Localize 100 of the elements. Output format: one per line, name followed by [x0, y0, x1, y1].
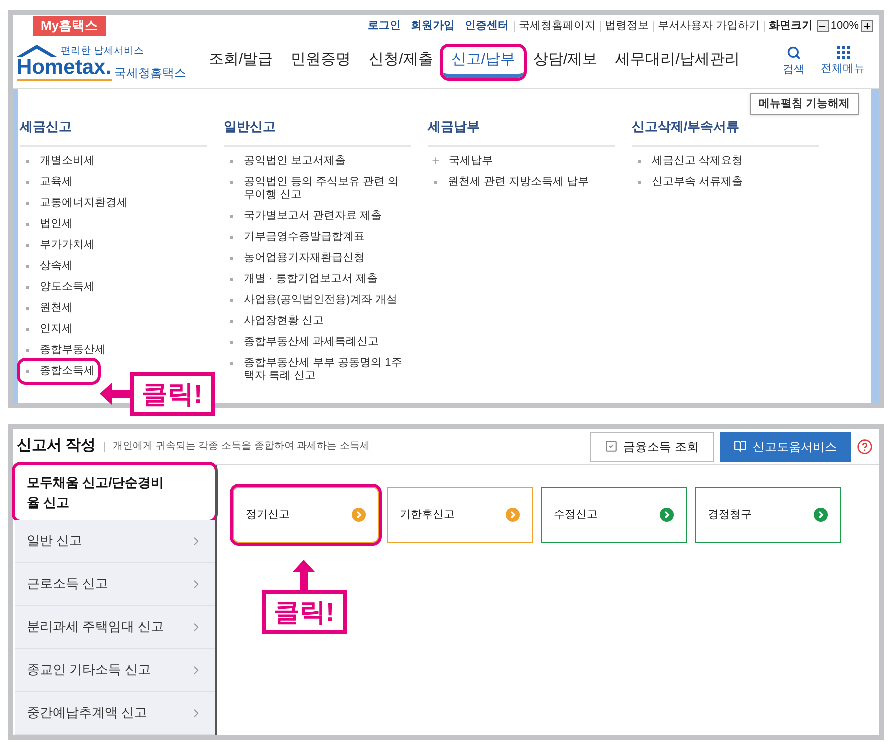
bullet-icon [230, 257, 233, 260]
roof-icon [17, 44, 57, 56]
bullet-icon [230, 299, 233, 302]
header-link[interactable]: 로그인 [362, 18, 406, 34]
bullet-icon [230, 362, 233, 365]
zoom-out-button[interactable] [816, 20, 829, 32]
menu-column-heading: 신고삭제/부속서류 [632, 119, 740, 134]
bullet-icon [26, 349, 29, 352]
toolbar-button[interactable]: 검색 [783, 46, 805, 79]
plus-icon [431, 156, 441, 166]
filing-type-card[interactable]: 기한후신고 [387, 487, 533, 543]
logo-name: 국세청홈택스 [114, 64, 187, 80]
menu-item[interactable]: 국가별보고서 관련자료 제출 [224, 206, 386, 227]
financial-income-button[interactable]: 금융소득 조회 [590, 432, 714, 462]
callout-arrow [293, 560, 316, 590]
callout-arrow [100, 383, 130, 405]
bullet-icon [26, 265, 29, 268]
help-service-button[interactable]: 신고도움서비스 [720, 432, 851, 462]
search-icon [787, 46, 801, 60]
header-link[interactable]: 부서사용자 가입하기 [652, 20, 764, 32]
filing-type-card[interactable]: 정기신고 [233, 487, 379, 543]
bullet-icon [230, 181, 233, 184]
header-link[interactable]: 회원가입 [406, 18, 460, 34]
menu-item[interactable]: 개별 · 통합기업보고서 제출 [224, 269, 381, 290]
grid-icon [836, 46, 850, 60]
toolbar-button[interactable]: 전체메뉴 [821, 46, 865, 79]
bullet-icon [26, 244, 29, 247]
bullet-icon [26, 286, 29, 289]
bullet-icon [26, 223, 29, 226]
bullet-icon [230, 341, 233, 344]
menu-item[interactable]: 국세납부 [428, 151, 496, 172]
header-link[interactable]: 국세청홈페이지 [514, 20, 600, 32]
menu-item[interactable]: 사업용(공익법인전용)계좌 개설 [224, 290, 400, 311]
menu-item[interactable]: 세금신고 삭제요청 [632, 151, 746, 172]
zoom-in-button[interactable] [861, 20, 873, 32]
bullet-icon [230, 320, 233, 323]
menu-item[interactable]: 상속세 [20, 256, 76, 277]
callout-label: 클릭! [130, 372, 215, 416]
collapse-menu-button[interactable]: 메뉴펼침 기능해제 [750, 93, 859, 115]
bullet-icon [26, 160, 29, 163]
menu-item[interactable]: 사업장현황 신고 [224, 311, 328, 332]
menu-column-heading: 세금납부 [428, 119, 480, 134]
bullet-icon [638, 181, 641, 184]
nav-tab[interactable]: 조회/발급 [201, 47, 282, 78]
nav-tab[interactable]: 민원증명 [283, 47, 360, 78]
header-link[interactable]: 법령정보 [600, 20, 653, 32]
bullet-icon [230, 278, 233, 281]
menu-item[interactable]: 신고부속 서류제출 [632, 172, 746, 193]
menu-item[interactable]: 종합소득세 [20, 361, 98, 382]
sidebar-item[interactable]: 일반 신고 [15, 520, 215, 563]
bullet-icon [230, 215, 233, 218]
menu-item[interactable]: 원천세 [20, 298, 76, 319]
help-icon[interactable] [857, 438, 873, 454]
bullet-icon [26, 202, 29, 205]
nav-tab[interactable]: 신청/제출 [361, 47, 442, 78]
menu-item[interactable]: 공익법인 등의 주식보유 관련 의무이행 신고 [224, 172, 411, 206]
menu-item[interactable]: 교육세 [20, 172, 76, 193]
bullet-icon [434, 181, 437, 184]
zoom-value: 100% [830, 18, 860, 34]
menu-item[interactable]: 종합부동산세 부부 공동명의 1주택자 특례 신고 [224, 353, 411, 387]
bullet-icon [230, 236, 233, 239]
nav-tab[interactable]: 신고/납부 [443, 47, 524, 78]
filing-type-card[interactable]: 경정청구 [695, 487, 841, 543]
menu-item[interactable]: 법인세 [20, 214, 76, 235]
bullet-icon [26, 181, 29, 184]
menu-item[interactable]: 종합부동산세 과세특례신고 [224, 332, 382, 353]
menu-item[interactable]: 교통에너지환경세 [20, 193, 131, 214]
chevron-circle-icon [352, 508, 366, 522]
menu-item[interactable]: 농어업용기자재환급신청 [224, 248, 368, 269]
book-icon [734, 440, 747, 453]
menu-item[interactable]: 부가가치세 [20, 235, 98, 256]
nav-tab[interactable]: 세무대리/납세관리 [608, 47, 748, 78]
nav-tab[interactable]: 상담/제보 [526, 47, 606, 78]
menu-item[interactable]: 종합부동산세 [20, 340, 109, 361]
menu-item[interactable]: 양도소득세 [20, 277, 98, 298]
bullet-icon [26, 307, 29, 310]
chevron-circle-icon [660, 508, 674, 522]
menu-item[interactable]: 원천세 관련 지방소득세 납부 [428, 172, 592, 193]
bullet-icon [26, 328, 29, 331]
page-description: 개인에게 귀속되는 각종 소득을 종합하여 과세하는 소득세 [113, 440, 370, 454]
bullet-icon [230, 160, 233, 163]
menu-item[interactable]: 기부금영수증발급합계표 [224, 227, 368, 248]
menu-item[interactable]: 개별소비세 [20, 151, 98, 172]
menu-item[interactable]: 인지세 [20, 319, 76, 340]
bullet-icon [638, 160, 641, 163]
callout-label: 클릭! [262, 590, 347, 634]
menu-column-heading: 일반신고 [224, 119, 276, 134]
menu-item[interactable]: 공익법인 보고서제출 [224, 151, 350, 172]
page-title: 신고서 작성 [17, 436, 96, 456]
logo-wordmark: Hometax. [17, 56, 112, 80]
my-hometax-tab[interactable]: My홈택스 [33, 16, 106, 36]
menu-column-heading: 세금신고 [20, 119, 72, 134]
filing-type-card[interactable]: 수정신고 [541, 487, 687, 543]
bullet-icon [26, 370, 29, 373]
sidebar-item[interactable]: 모두채움 신고/단순경비율 신고 [15, 465, 215, 520]
header-link[interactable]: 인증센터 [460, 18, 514, 34]
chevron-circle-icon [506, 508, 520, 522]
checkbox-icon [604, 440, 618, 453]
plus-icon [862, 22, 872, 30]
chevron-circle-icon [814, 508, 828, 522]
